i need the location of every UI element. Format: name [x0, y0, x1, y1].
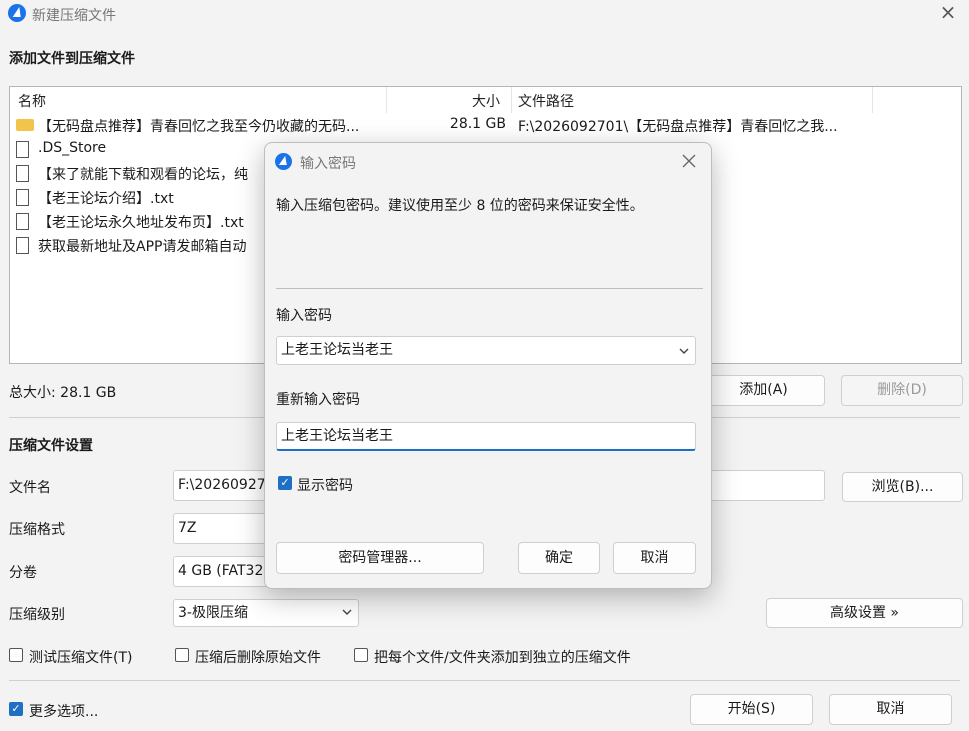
row-name: 【无码盘点推荐】青春回忆之我至今仍收藏的无码... [38, 119, 360, 135]
column-separator[interactable] [511, 87, 512, 113]
text-file-icon [16, 165, 29, 182]
row-path: F:\2026092701\【无码盘点推荐】青春回忆之我... [518, 119, 838, 135]
repeat-password-input[interactable]: 上老王论坛当老王 [276, 422, 696, 451]
more-options-checkbox[interactable]: ✓ [9, 702, 23, 716]
text-file-icon [16, 189, 29, 206]
filename-label: 文件名 [9, 480, 51, 496]
ok-button[interactable]: 确定 [518, 542, 600, 574]
text-file-icon [16, 237, 29, 254]
delete-button[interactable]: 删除(D) [841, 375, 963, 406]
password-input[interactable]: 上老王论坛当老王 [276, 336, 696, 365]
separate-archives-checkbox[interactable] [354, 648, 368, 662]
password-manager-button[interactable]: 密码管理器... [276, 542, 484, 574]
delete-after-label: 压缩后删除原始文件 [195, 650, 321, 666]
more-options-label: 更多选项... [29, 704, 99, 720]
separate-archives-label: 把每个文件/文件夹添加到独立的压缩文件 [374, 650, 631, 666]
row-size: 28.1 GB [449, 116, 506, 132]
level-value: 3-极限压缩 [178, 605, 248, 621]
repeat-password-label: 重新输入密码 [276, 392, 360, 408]
browse-button[interactable]: 浏览(B)... [842, 472, 963, 502]
close-icon[interactable]: × [937, 2, 959, 24]
column-name[interactable]: 名称 [18, 91, 46, 111]
title-bar: 新建压缩文件 × [0, 0, 969, 30]
section-divider [9, 680, 960, 681]
test-archive-label: 测试压缩文件(T) [29, 650, 133, 666]
app-logo-icon [275, 153, 292, 170]
cancel-button[interactable]: 取消 [829, 694, 952, 725]
files-heading: 添加文件到压缩文件 [9, 51, 135, 67]
folder-icon [16, 119, 34, 131]
advanced-settings-button[interactable]: 高级设置 » [766, 598, 963, 628]
delete-after-checkbox[interactable] [175, 648, 189, 662]
dialog-title: 输入密码 [300, 156, 356, 172]
dialog-cancel-button[interactable]: 取消 [613, 542, 696, 574]
settings-heading: 压缩文件设置 [9, 438, 93, 454]
total-size: 总大小: 28.1 GB [9, 385, 117, 401]
start-button[interactable]: 开始(S) [690, 694, 813, 725]
column-size[interactable]: 大小 [472, 91, 500, 111]
chevron-down-icon [342, 609, 352, 615]
test-archive-checkbox[interactable] [9, 648, 23, 662]
file-icon [16, 141, 29, 158]
add-button[interactable]: 添加(A) [702, 375, 825, 406]
column-separator[interactable] [386, 87, 387, 113]
window-title: 新建压缩文件 [32, 8, 116, 24]
app-logo-icon [8, 4, 26, 22]
format-label: 压缩格式 [9, 522, 65, 538]
volume-label: 分卷 [9, 565, 37, 581]
list-header: 名称 大小 文件路径 [10, 87, 961, 113]
dialog-description: 输入压缩包密码。建议使用至少 8 位的密码来保证安全性。 [276, 198, 644, 214]
password-dialog: 输入密码 输入压缩包密码。建议使用至少 8 位的密码来保证安全性。 输入密码 上… [264, 142, 712, 589]
show-password-label: 显示密码 [297, 478, 353, 494]
level-label: 压缩级别 [9, 607, 65, 623]
password-value: 上老王论坛当老王 [281, 342, 393, 358]
password-label: 输入密码 [276, 308, 332, 324]
close-icon[interactable] [682, 154, 696, 168]
show-password-checkbox[interactable]: ✓ [278, 476, 292, 490]
column-separator[interactable] [872, 87, 873, 113]
text-file-icon [16, 213, 29, 230]
level-select[interactable]: 3-极限压缩 [173, 599, 359, 627]
chevron-down-icon[interactable] [679, 346, 689, 356]
table-row[interactable]: 【无码盘点推荐】青春回忆之我至今仍收藏的无码... 28.1 GB F:\202… [10, 113, 961, 137]
dialog-divider [276, 288, 703, 289]
column-path[interactable]: 文件路径 [518, 91, 574, 111]
